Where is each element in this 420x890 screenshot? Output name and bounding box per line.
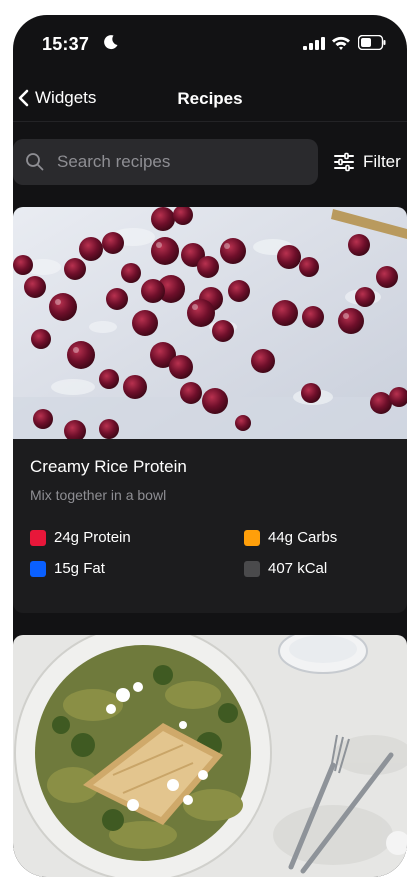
macro-calories-label: 407 kCal [268, 560, 328, 577]
recipe-card[interactable] [13, 635, 407, 877]
cellular-signal-icon [303, 37, 325, 50]
wifi-icon [332, 36, 350, 50]
calories-color-swatch [244, 560, 260, 577]
phone-screen: 15:37 Widgets Recipes Search recipes Fil… [13, 15, 407, 877]
status-bar: 15:37 [13, 15, 407, 67]
filter-label: Filter [363, 152, 401, 171]
macro-carbs-label: 44g Carbs [268, 529, 338, 546]
recipe-photo [13, 207, 407, 439]
search-input[interactable] [57, 149, 307, 175]
macro-fat: 15g Fat [30, 560, 105, 577]
search-row: Filter [13, 139, 407, 187]
recipe-title: Creamy Rice Protein [30, 457, 187, 476]
carbs-color-swatch [244, 529, 260, 546]
status-time: 15:37 [42, 34, 90, 54]
sliders-icon [334, 152, 354, 172]
macro-protein: 24g Protein [30, 529, 131, 546]
navigation-bar: Widgets Recipes [13, 75, 407, 122]
recipe-description: Mix together in a bowl [30, 487, 167, 503]
page-title: Recipes [177, 89, 243, 108]
macro-calories: 407 kCal [244, 560, 327, 577]
recipe-card[interactable]: Creamy Rice Protein Mix together in a bo… [13, 207, 407, 613]
filter-button[interactable]: Filter [333, 149, 401, 175]
search-field[interactable] [13, 139, 318, 185]
moon-icon [104, 35, 118, 50]
macro-carbs: 44g Carbs [244, 529, 337, 546]
battery-icon [358, 35, 386, 50]
macro-protein-label: 24g Protein [54, 529, 131, 546]
recipe-photo [13, 635, 407, 877]
macro-fat-label: 15g Fat [54, 560, 105, 577]
search-icon [26, 153, 44, 171]
fat-color-swatch [30, 560, 46, 577]
protein-color-swatch [30, 529, 46, 546]
